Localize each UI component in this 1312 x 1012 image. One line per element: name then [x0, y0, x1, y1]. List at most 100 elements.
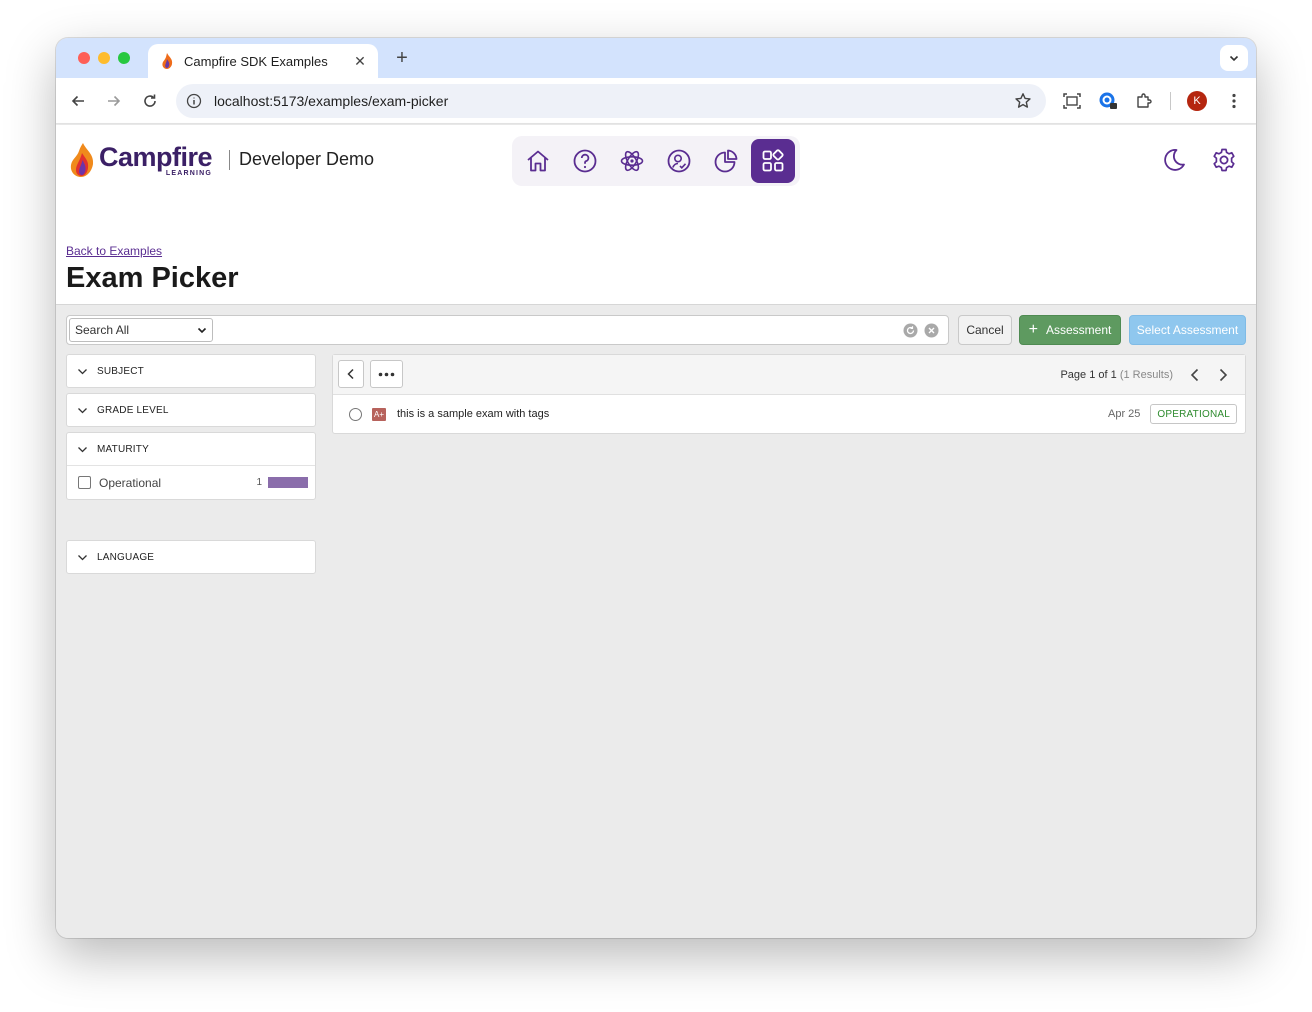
plus-icon: + [1028, 321, 1038, 338]
status-badge: OPERATIONAL [1150, 404, 1237, 424]
nav-reports[interactable] [704, 139, 748, 183]
result-radio[interactable] [349, 407, 362, 421]
facet-option-operational[interactable]: Operational 1 [67, 465, 315, 499]
facet-option-label: Operational [99, 475, 162, 490]
prev-page-icon[interactable] [1187, 367, 1203, 383]
browser-window: Campfire SDK Examples ✕ + localhost:5173… [56, 38, 1256, 938]
select-assessment-button[interactable]: Select Assessment [1129, 315, 1246, 345]
facet-language-label: LANGUAGE [97, 551, 155, 563]
password-manager-icon[interactable] [1097, 90, 1119, 112]
paging-text: Page 1 of 1 (1 Results) [1060, 369, 1173, 381]
clear-search-icon[interactable] [924, 323, 939, 338]
add-assessment-label: Assessment [1045, 323, 1112, 337]
logo-subtext: LEARNING [165, 170, 213, 177]
results-panel: Page 1 of 1 (1 Results) A+ this is a sam… [332, 354, 1246, 434]
header-divider [229, 150, 230, 170]
facet-subject-toggle[interactable]: SUBJECT [67, 355, 315, 387]
main-nav [512, 136, 800, 186]
tab-title: Campfire SDK Examples [184, 53, 328, 69]
chevron-down-icon [78, 554, 87, 560]
cancel-button[interactable]: Cancel [958, 315, 1012, 345]
search-scope-value: Search All [75, 323, 130, 337]
campfire-flame-icon [70, 143, 94, 177]
page-title: Exam Picker [66, 262, 239, 294]
chevron-left-icon [347, 368, 354, 380]
apps-icon [762, 149, 784, 172]
address-bar[interactable]: localhost:5173/examples/exam-picker [176, 84, 1046, 118]
add-assessment-button[interactable]: + Assessment [1019, 315, 1121, 345]
page-heading-area: Back to Examples Exam Picker [56, 195, 1256, 305]
result-row[interactable]: A+ this is a sample exam with tags Apr 2… [333, 395, 1245, 433]
chevron-down-icon [78, 368, 87, 374]
settings-button[interactable] [1210, 146, 1238, 174]
browser-toolbar: localhost:5173/examples/exam-picker K [56, 78, 1256, 124]
more-menu-icon[interactable] [1223, 90, 1245, 112]
pie-chart-icon [714, 149, 738, 173]
reload-icon[interactable] [140, 91, 160, 111]
app-header: Campfire LEARNING Developer Demo [56, 125, 1256, 195]
url-text[interactable]: localhost:5173/examples/exam-picker [214, 93, 1014, 109]
atom-icon [620, 150, 644, 172]
paging-main: Page 1 of 1 [1060, 369, 1117, 381]
nav-help[interactable] [563, 139, 607, 183]
bookmark-star-icon[interactable] [1014, 92, 1032, 110]
campfire-logo[interactable]: Campfire LEARNING [69, 142, 213, 177]
toolbar-separator [1170, 92, 1171, 110]
tab-strip: Campfire SDK Examples ✕ + [56, 38, 1256, 78]
facet-subject: SUBJECT [66, 354, 316, 388]
app-subtitle: Developer Demo [239, 149, 375, 169]
zoom-window-button[interactable] [118, 52, 130, 64]
back-to-examples-link[interactable]: Back to Examples [66, 244, 162, 258]
gear-icon [1213, 148, 1235, 172]
reset-search-icon[interactable] [903, 323, 918, 338]
nav-home[interactable] [516, 139, 560, 183]
dark-mode-toggle[interactable] [1160, 146, 1188, 174]
campfire-flame-icon [162, 53, 173, 69]
tab-close-icon[interactable]: ✕ [352, 53, 368, 70]
chevron-down-icon [78, 446, 87, 452]
extensions-puzzle-icon[interactable] [1133, 90, 1155, 112]
facet-language-toggle[interactable]: LANGUAGE [67, 541, 315, 573]
paging-count: (1 Results) [1119, 369, 1173, 381]
browser-tab[interactable]: Campfire SDK Examples ✕ [148, 44, 378, 78]
facet-option-bar [268, 477, 308, 488]
tab-search-button[interactable] [1220, 45, 1248, 71]
profile-initial: K [1187, 91, 1207, 111]
results-more-button[interactable] [370, 360, 403, 388]
result-date: Apr 25 [1107, 408, 1141, 420]
results-back-button[interactable] [338, 360, 364, 388]
chevron-down-icon [78, 407, 87, 413]
screen-capture-icon[interactable] [1061, 90, 1083, 112]
facet-maturity-toggle[interactable]: MATURITY [67, 433, 315, 465]
nav-apps[interactable] [751, 139, 795, 183]
next-page-icon[interactable] [1215, 367, 1231, 383]
chevron-down-icon [197, 327, 207, 334]
app-viewport: Campfire LEARNING Developer Demo Back to… [56, 125, 1256, 938]
facet-option-checkbox[interactable] [78, 476, 91, 489]
close-window-button[interactable] [78, 52, 90, 64]
more-horizontal-icon [378, 372, 395, 376]
search-scope-select[interactable]: Search All [69, 318, 213, 342]
assessment-type-icon: A+ [372, 407, 386, 421]
facet-maturity: MATURITY Operational 1 [66, 432, 316, 500]
facet-grade-level-toggle[interactable]: GRADE LEVEL [67, 394, 315, 426]
profile-avatar[interactable]: K [1186, 90, 1208, 112]
logo-wordmark: Campfire [99, 142, 213, 172]
minimize-window-button[interactable] [98, 52, 110, 64]
facet-option-count: 1 [256, 477, 262, 488]
home-icon [527, 150, 549, 172]
new-tab-icon[interactable]: + [392, 47, 412, 69]
result-title[interactable]: this is a sample exam with tags [397, 408, 1108, 420]
back-arrow-icon[interactable] [68, 91, 88, 111]
nav-atom[interactable] [610, 139, 654, 183]
moon-icon [1164, 149, 1185, 171]
facet-grade-level: GRADE LEVEL [66, 393, 316, 427]
chevron-down-icon [1229, 55, 1239, 62]
nav-badge[interactable] [657, 139, 701, 183]
site-info-icon[interactable] [186, 93, 202, 109]
badge-check-icon [667, 149, 691, 173]
forward-arrow-icon[interactable] [104, 91, 124, 111]
search-input[interactable] [217, 319, 897, 341]
results-toolbar: Page 1 of 1 (1 Results) [333, 355, 1245, 395]
search-bar: Search All [66, 315, 949, 345]
